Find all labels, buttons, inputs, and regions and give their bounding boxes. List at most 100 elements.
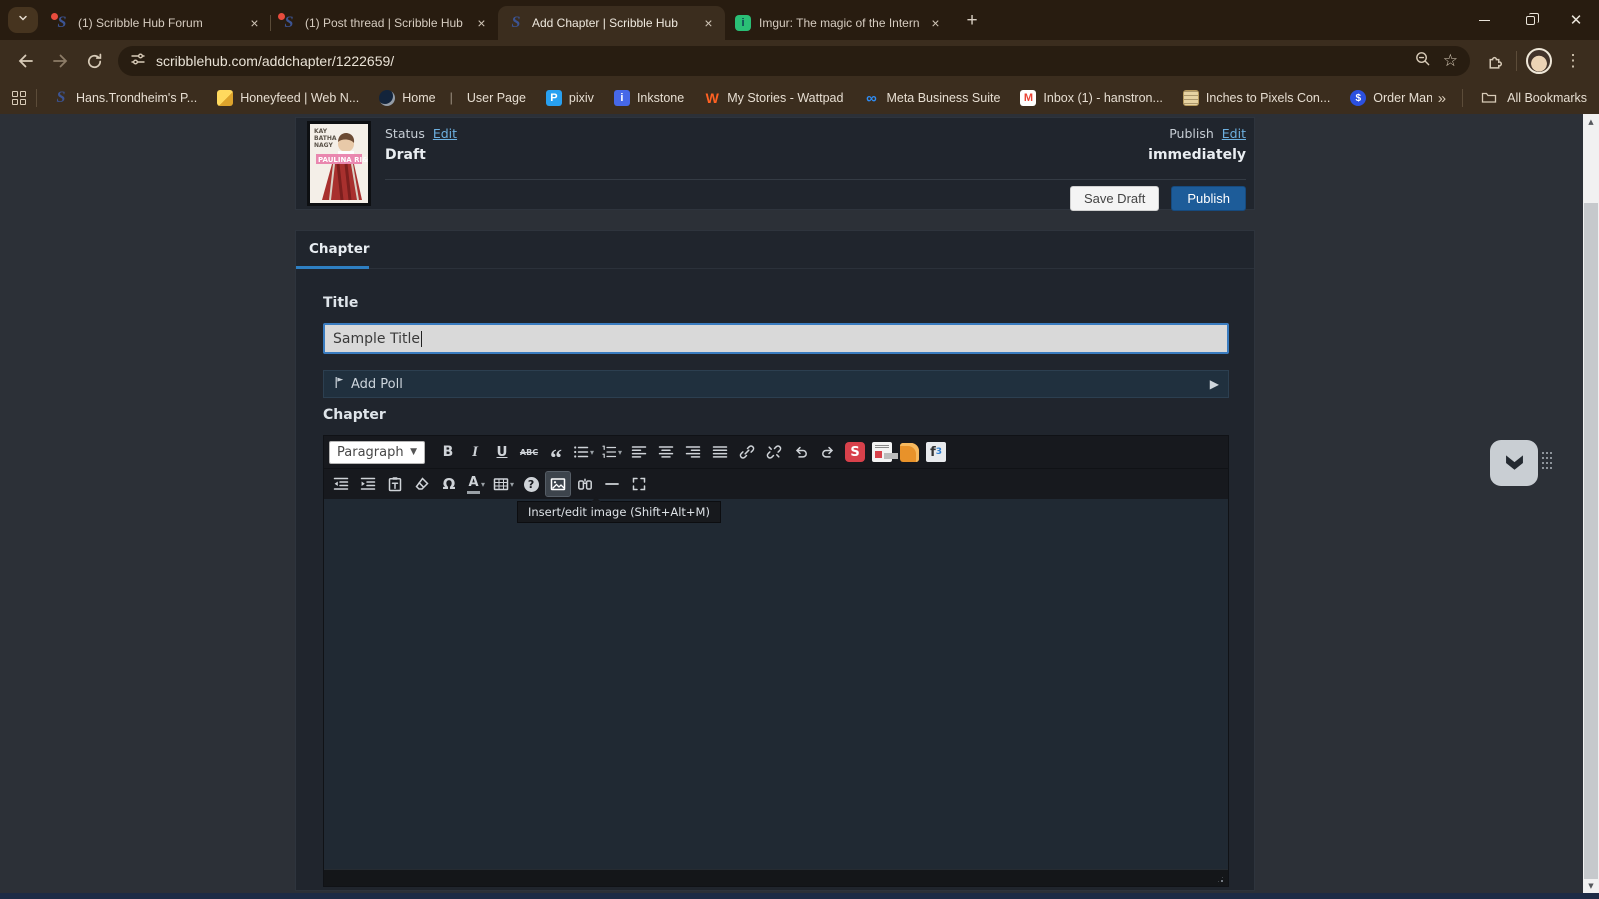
- bookmark-item[interactable]: Ppixiv: [538, 86, 602, 110]
- title-input[interactable]: Sample Title: [323, 323, 1229, 354]
- widget-drag-handle[interactable]: [1542, 452, 1544, 454]
- find-replace-button[interactable]: [573, 472, 597, 496]
- save-draft-button[interactable]: Save Draft: [1070, 186, 1159, 211]
- scribble-s-button[interactable]: S: [843, 440, 867, 464]
- tab-close-icon[interactable]: ×: [246, 15, 263, 32]
- footnote-button[interactable]: f3: [924, 440, 948, 464]
- tab-title: (1) Scribble Hub Forum: [78, 16, 238, 30]
- bookmark-star-icon[interactable]: ☆: [1443, 51, 1458, 71]
- screen: S(1) Scribble Hub Forum×S(1) Post thread…: [0, 0, 1599, 899]
- reload-button[interactable]: [78, 45, 110, 77]
- minimize-icon: [1479, 20, 1490, 21]
- scrollbar-thumb[interactable]: [1584, 203, 1598, 879]
- numbered-list-button[interactable]: ▾: [599, 440, 624, 464]
- text-color-button[interactable]: A▾: [464, 472, 488, 496]
- status-edit-link[interactable]: Edit: [433, 126, 457, 141]
- extensions-button[interactable]: [1478, 45, 1510, 77]
- tab-close-icon[interactable]: ×: [473, 15, 490, 32]
- site-settings-icon[interactable]: [130, 51, 146, 72]
- add-poll-toggle[interactable]: Add Poll ▶: [323, 370, 1229, 398]
- new-tab-button[interactable]: +: [958, 7, 986, 35]
- scroll-down-icon[interactable]: ▼: [1583, 878, 1599, 893]
- underline-button[interactable]: U: [490, 440, 514, 464]
- tab-chapter[interactable]: Chapter: [296, 231, 369, 269]
- justify-button[interactable]: [708, 440, 732, 464]
- bookmark-item[interactable]: ∞Meta Business Suite: [855, 86, 1008, 110]
- sticky-note-button[interactable]: [897, 440, 921, 464]
- bookmark-item[interactable]: User Page: [459, 87, 534, 109]
- bookmark-item[interactable]: $Order Management...: [1342, 86, 1431, 110]
- wattpad-icon: W: [704, 90, 720, 106]
- bookmark-item[interactable]: iInkstone: [606, 86, 692, 110]
- link-button[interactable]: [735, 440, 759, 464]
- maximize-button[interactable]: [1507, 0, 1553, 40]
- publish-button[interactable]: Publish: [1171, 186, 1246, 211]
- align-center-button[interactable]: [654, 440, 678, 464]
- page-scrollbar[interactable]: ▲ ▼: [1583, 114, 1599, 893]
- forward-button[interactable]: [44, 45, 76, 77]
- calculator-icon: [1183, 90, 1199, 106]
- horizontal-rule-button[interactable]: [600, 472, 624, 496]
- unlink-button[interactable]: [762, 440, 786, 464]
- fullscreen-button[interactable]: [627, 472, 651, 496]
- tab-title: Imgur: The magic of the Interne: [759, 16, 919, 30]
- publish-edit-link[interactable]: Edit: [1222, 126, 1246, 141]
- svg-text:BATHA: BATHA: [314, 135, 337, 142]
- paste-as-text-button[interactable]: [383, 472, 407, 496]
- browser-tab[interactable]: S(1) Scribble Hub Forum×: [44, 6, 271, 40]
- insert-image-button[interactable]: [546, 472, 570, 496]
- toolbar-divider: [1516, 51, 1517, 71]
- url-text[interactable]: scribblehub.com/addchapter/1222659/: [156, 53, 1404, 69]
- bookmark-item[interactable]: Inches to Pixels Con...: [1175, 86, 1338, 110]
- all-bookmarks-button[interactable]: All Bookmarks: [1507, 91, 1587, 105]
- browser-tab[interactable]: SAdd Chapter | Scribble Hub×: [498, 6, 725, 40]
- minimize-button[interactable]: [1461, 0, 1507, 40]
- profile-button[interactable]: [1523, 45, 1555, 77]
- browser-menu-button[interactable]: ⋮: [1557, 45, 1589, 77]
- address-bar[interactable]: scribblehub.com/addchapter/1222659/ ☆: [118, 46, 1470, 76]
- bold-button[interactable]: B: [436, 440, 460, 464]
- authors-note-button[interactable]: [870, 440, 894, 464]
- scroll-up-icon[interactable]: ▲: [1583, 114, 1599, 129]
- back-icon: [16, 51, 36, 71]
- bookmark-item[interactable]: MInbox (1) - hanstron...: [1012, 86, 1171, 110]
- redo-button[interactable]: [816, 440, 840, 464]
- strikethrough-button[interactable]: ABC: [517, 440, 541, 464]
- bookmark-separator: |: [448, 91, 455, 105]
- outdent-button[interactable]: [329, 472, 353, 496]
- editor-content-area[interactable]: [324, 499, 1228, 869]
- tab-close-icon[interactable]: ×: [927, 15, 944, 32]
- blockquote-button[interactable]: “: [544, 440, 568, 464]
- bookmark-item[interactable]: Home: [371, 86, 443, 110]
- close-button[interactable]: ✕: [1553, 0, 1599, 40]
- bullet-list-button[interactable]: ▾: [571, 440, 596, 464]
- back-button[interactable]: [10, 45, 42, 77]
- apps-grid-icon[interactable]: [12, 91, 26, 105]
- tab-strip: S(1) Scribble Hub Forum×S(1) Post thread…: [0, 0, 1599, 40]
- format-select[interactable]: Paragraph ▼: [329, 441, 425, 464]
- remove-format-button[interactable]: [410, 472, 434, 496]
- undo-button[interactable]: [789, 440, 813, 464]
- align-left-button[interactable]: [627, 440, 651, 464]
- help-button[interactable]: ?: [519, 472, 543, 496]
- tab-close-icon[interactable]: ×: [700, 15, 717, 32]
- zoom-out-icon[interactable]: [1414, 50, 1431, 72]
- special-character-button[interactable]: Ω: [437, 472, 461, 496]
- reader-extension-button[interactable]: [1490, 440, 1538, 486]
- table-button[interactable]: ▾: [491, 472, 516, 496]
- rich-text-editor: Paragraph ▼ BIUABC“▾▾Sf3 ΩA▾▾?: [323, 435, 1229, 887]
- tab-search-button[interactable]: [8, 7, 38, 33]
- browser-tab[interactable]: S(1) Post thread | Scribble Hub Fo×: [271, 6, 498, 40]
- align-right-button[interactable]: [681, 440, 705, 464]
- bookmark-item[interactable]: Honeyfeed | Web N...: [209, 86, 367, 110]
- scribblehub-favicon: S: [508, 15, 524, 31]
- italic-button[interactable]: I: [463, 440, 487, 464]
- indent-button[interactable]: [356, 472, 380, 496]
- bookmark-item[interactable]: WMy Stories - Wattpad: [696, 86, 851, 110]
- resize-grip-icon[interactable]: [1216, 875, 1225, 884]
- browser-tab[interactable]: iImgur: The magic of the Interne×: [725, 6, 952, 40]
- bookmark-item[interactable]: SHans.Trondheim's P...: [45, 86, 205, 110]
- taskbar-edge: [0, 893, 1599, 899]
- bookmarks-overflow-button[interactable]: »: [1432, 90, 1452, 107]
- novel-cover-thumbnail[interactable]: KAY BATHA NAGY PAULINA RI&: [307, 121, 371, 206]
